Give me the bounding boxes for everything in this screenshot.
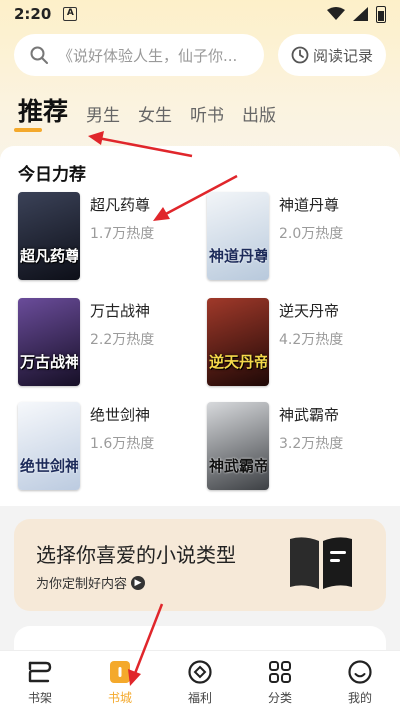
- book-cover[interactable]: 万古战神: [18, 298, 80, 386]
- tab-audiobook[interactable]: 听书: [190, 101, 224, 130]
- tab-publish[interactable]: 出版: [242, 101, 276, 130]
- book-item[interactable]: 绝世剑神 绝世剑神 1.6万热度: [18, 402, 208, 494]
- tab-male[interactable]: 男生: [86, 101, 120, 130]
- book-heat: 4.2万热度: [279, 332, 344, 348]
- tab-recommend[interactable]: 推荐: [18, 92, 68, 130]
- book-title: 超凡药尊: [90, 196, 151, 214]
- battery-icon: [376, 5, 386, 23]
- bottom-navigation: 书架 书城 福利 分类 我的: [0, 650, 400, 712]
- book-item[interactable]: 神武霸帝 神武霸帝 3.2万热度: [207, 402, 397, 494]
- signal-icon: [353, 7, 368, 21]
- search-input[interactable]: 《说好体验人生，仙子你...: [14, 34, 264, 76]
- book-item[interactable]: 超凡药尊 超凡药尊 1.7万热度: [18, 192, 208, 284]
- book-cover[interactable]: 神道丹尊: [207, 192, 269, 280]
- nav-label: 分类: [267, 691, 292, 705]
- book-heat: 2.2万热度: [90, 332, 155, 348]
- bookshelf-icon: [28, 661, 52, 683]
- genre-banner-subtitle[interactable]: 为你定制好内容 ▶: [36, 573, 146, 592]
- wifi-icon: [327, 7, 345, 20]
- cover-title: 万古战神: [20, 353, 78, 371]
- nav-bookshelf[interactable]: 书架: [10, 659, 70, 706]
- book-heat: 1.7万热度: [90, 226, 155, 242]
- open-book-icon: [290, 537, 352, 589]
- active-tab-indicator: [14, 128, 42, 132]
- nav-profile[interactable]: 我的: [330, 659, 390, 706]
- nav-label: 我的: [347, 691, 372, 705]
- cover-title: 超凡药尊: [20, 247, 78, 265]
- search-icon: [30, 46, 48, 64]
- book-title: 万古战神: [90, 302, 151, 320]
- profile-icon: [348, 660, 372, 684]
- book-item[interactable]: 神道丹尊 神道丹尊 2.0万热度: [207, 192, 397, 284]
- cover-title: 绝世剑神: [20, 457, 78, 475]
- book-cover[interactable]: 超凡药尊: [18, 192, 80, 280]
- nav-label: 书架: [27, 691, 52, 705]
- status-time: 2:20: [14, 5, 52, 23]
- book-title: 神道丹尊: [279, 196, 340, 214]
- reading-history-button[interactable]: 阅读记录: [278, 34, 386, 76]
- book-cover[interactable]: 神武霸帝: [207, 402, 269, 490]
- genre-banner-title: 选择你喜爱的小说类型: [36, 543, 236, 567]
- clock-icon: [291, 46, 309, 64]
- cover-title: 神武霸帝: [209, 457, 267, 475]
- book-heat: 3.2万热度: [279, 436, 344, 452]
- search-placeholder: 《说好体验人生，仙子你...: [58, 46, 238, 65]
- book-heat: 2.0万热度: [279, 226, 344, 242]
- book-title: 绝世剑神: [90, 406, 151, 424]
- category-tabs: 推荐 男生 女生 听书 出版: [18, 90, 276, 130]
- cover-title: 神道丹尊: [209, 247, 267, 265]
- book-title: 逆天丹帝: [279, 302, 340, 320]
- nav-category[interactable]: 分类: [250, 659, 310, 706]
- tab-female[interactable]: 女生: [138, 101, 172, 130]
- section-title: 今日力荐: [18, 165, 86, 185]
- genre-preference-banner[interactable]: 选择你喜爱的小说类型 为你定制好内容 ▶: [14, 519, 386, 611]
- nav-label: 书城: [107, 691, 132, 705]
- arrow-right-icon: ▶: [131, 575, 146, 590]
- notification-icon: A: [63, 7, 78, 21]
- book-item[interactable]: 万古战神 万古战神 2.2万热度: [18, 298, 208, 390]
- gift-icon: [188, 660, 212, 684]
- reading-history-label: 阅读记录: [312, 46, 373, 65]
- book-title: 神武霸帝: [279, 406, 340, 424]
- nav-label: 福利: [187, 691, 212, 705]
- book-cover[interactable]: 绝世剑神: [18, 402, 80, 490]
- nav-bookstore[interactable]: 书城: [90, 659, 150, 706]
- category-icon: [269, 661, 291, 683]
- book-cover[interactable]: 逆天丹帝: [207, 298, 269, 386]
- bookstore-icon: [110, 661, 130, 683]
- book-heat: 1.6万热度: [90, 436, 155, 452]
- status-bar: 2:20 A: [0, 0, 400, 28]
- cover-title: 逆天丹帝: [209, 353, 267, 371]
- genre-banner-subtitle-text: 为你定制好内容: [36, 577, 128, 592]
- book-item[interactable]: 逆天丹帝 逆天丹帝 4.2万热度: [207, 298, 397, 390]
- nav-welfare[interactable]: 福利: [170, 659, 230, 706]
- status-icons: [327, 5, 386, 23]
